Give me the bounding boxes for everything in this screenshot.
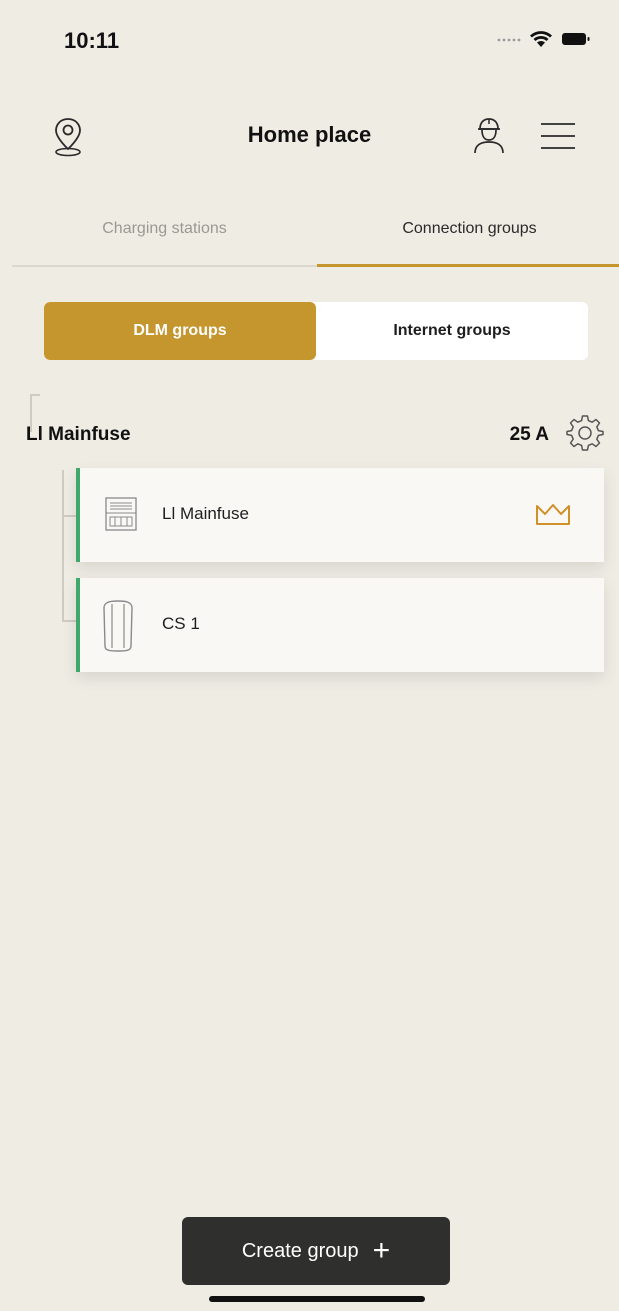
device-label: Ll Mainfuse [162, 504, 249, 523]
status-accent [76, 578, 80, 672]
status-time: 10:11 [64, 28, 120, 53]
plus-icon: + [372, 1234, 391, 1267]
tab-connection-groups[interactable]: Connection groups [315, 220, 619, 238]
battery-icon [562, 33, 590, 45]
tab-active-indicator [317, 264, 619, 267]
status-icons [497, 30, 591, 48]
tree-line [62, 515, 76, 517]
device-card[interactable]: CS 1 [76, 578, 604, 672]
create-group-label: Create group [241, 1239, 359, 1262]
group-type-segmented-control: DLM groups Internet groups [44, 302, 588, 360]
status-bar: 10:11 [0, 0, 619, 90]
create-group-button[interactable]: Create group + [182, 1217, 450, 1285]
tree-line [62, 620, 76, 622]
tab-charging-stations[interactable]: Charging stations [10, 220, 319, 238]
wifi-icon [530, 31, 552, 47]
group-name: Ll Mainfuse [26, 424, 131, 445]
tree-line [30, 394, 40, 396]
dlm-groups-button[interactable]: DLM groups [44, 302, 316, 360]
device-label: CS 1 [162, 614, 200, 633]
home-indicator [209, 1296, 425, 1302]
signal-icon [497, 38, 521, 42]
tab-bar: Charging stations Connection groups [0, 200, 619, 270]
device-card[interactable]: Ll Mainfuse [76, 468, 604, 562]
header: Home place [0, 100, 619, 170]
gear-icon[interactable] [565, 412, 605, 452]
worker-icon[interactable] [470, 114, 508, 154]
charging-station-icon [103, 600, 133, 652]
internet-groups-button[interactable]: Internet groups [316, 302, 588, 360]
meter-icon [105, 497, 137, 531]
page-title: Home place [247, 122, 372, 147]
crown-icon [536, 504, 570, 525]
status-accent [76, 468, 80, 562]
menu-icon[interactable] [535, 118, 579, 154]
group-current: 25 A [509, 424, 549, 445]
tree-line [62, 470, 64, 622]
